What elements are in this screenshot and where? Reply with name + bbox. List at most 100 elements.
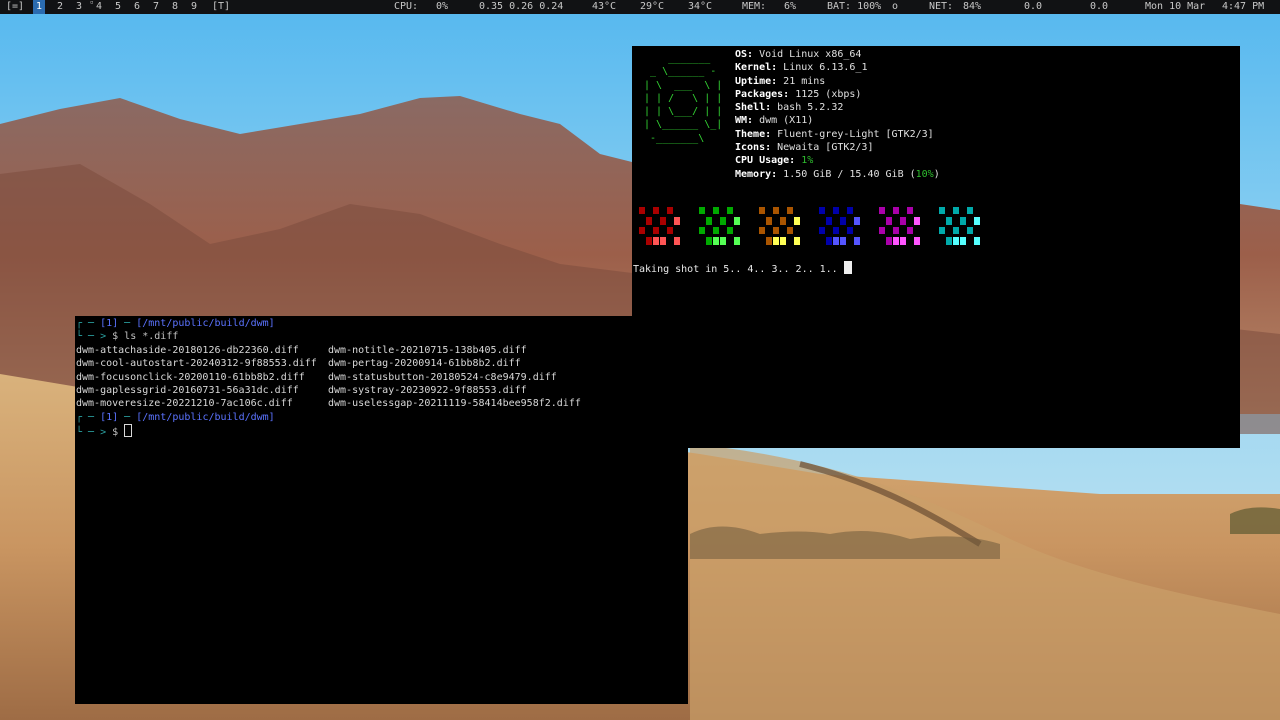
info-row: WM: dwm (X11) (735, 114, 940, 127)
info-key: WM: (735, 115, 754, 127)
list-item: dwm-moveresize-20221210-7ac106c.diff dwm-… (76, 397, 688, 410)
info-key: Icons: (735, 142, 772, 154)
prompt-path: [/mnt/public/build/dwm] (136, 411, 275, 423)
info-key: OS: (735, 49, 754, 60)
color-cell (840, 217, 846, 225)
color-cell (734, 217, 740, 225)
color-cell (727, 207, 733, 214)
color-cell (914, 237, 920, 245)
tag-7[interactable]: 7 (153, 0, 159, 14)
prompt-dollar: $ (112, 331, 125, 343)
color-cell (907, 207, 913, 214)
color-cell (974, 217, 980, 225)
color-cell (893, 207, 899, 214)
info-key: Kernel: (735, 62, 778, 74)
clock: 4:47 PM (1222, 1, 1265, 12)
color-cell (773, 227, 779, 234)
terminal-window-right[interactable]: _______ _ \______ - | \ ___ \ | | | / \ … (632, 46, 1240, 448)
tag-8[interactable]: 8 (172, 0, 178, 14)
tag-2[interactable]: 2 (57, 0, 63, 14)
prompt-path: [/mnt/public/build/dwm] (136, 318, 275, 329)
color-cell (886, 237, 892, 245)
color-cell (674, 217, 680, 225)
list-item: dwm-attachaside-20180126-db22360.diff dwm… (76, 344, 688, 357)
color-swatch (699, 207, 741, 247)
color-cell (826, 237, 832, 245)
color-cell (773, 207, 779, 214)
memory-percent: 10% (915, 168, 934, 180)
info-key: Packages: (735, 88, 790, 100)
battery-label: BAT: 100% (827, 1, 882, 12)
color-cell (720, 217, 726, 225)
color-cell (766, 217, 772, 225)
color-cell (734, 237, 740, 245)
tag-1[interactable]: 1 (33, 0, 46, 14)
tag-3[interactable]: 3 (76, 0, 82, 14)
color-cell (960, 217, 966, 225)
color-cell (780, 217, 786, 225)
color-cell (840, 237, 846, 245)
prompt-sep: ─ (118, 411, 137, 423)
color-cell (953, 237, 959, 245)
text-cursor (843, 261, 852, 274)
memory-close: ) (933, 168, 940, 180)
logo-line: | | / \ | | (638, 92, 723, 104)
color-cell (953, 207, 959, 214)
color-cell (699, 207, 705, 214)
net-up: 0.0 (1090, 1, 1109, 12)
file-name: dwm-attachaside-20180126-db22360.diff (76, 344, 299, 356)
memory-label: Memory: (735, 168, 778, 180)
cpu-usage-label: CPU Usage: (735, 155, 796, 167)
list-item: dwm-cool-autostart-20240312-9f88553.diff… (76, 357, 688, 370)
color-cell (713, 227, 719, 234)
color-cell (854, 217, 860, 225)
color-cell (706, 217, 712, 225)
info-value: 1125 (xbps) (789, 88, 862, 100)
color-cell (953, 227, 959, 234)
command-line-2[interactable]: └ ─ > $ (76, 424, 688, 439)
tag-5[interactable]: 5 (115, 0, 121, 14)
list-item: dwm-focusonclick-20200110-61bb8b2.diff dw… (76, 371, 688, 384)
color-cell (713, 237, 719, 245)
prompt-line-2: ┌ ─ [1] ─ [/mnt/public/build/dwm] (76, 411, 688, 424)
color-cell (667, 227, 673, 234)
color-cell (900, 217, 906, 225)
tag-4[interactable]: 4 (96, 0, 102, 14)
color-cell (893, 227, 899, 234)
list-item: dwm-gaplessgrid-20160731-56a31dc.diff dwm… (76, 384, 688, 397)
color-cell (713, 207, 719, 214)
color-swatch (639, 207, 681, 247)
tag-6[interactable]: 6 (134, 0, 140, 14)
color-cell (833, 227, 839, 234)
color-cell (787, 207, 793, 214)
file-name: dwm-notitle-20210715-138b405.diff (328, 344, 527, 356)
prompt-job: [1] (100, 411, 119, 423)
float-tag[interactable]: [T] (212, 0, 230, 14)
prompt-dollar: $ (112, 427, 125, 439)
temperature-2: 29°C (640, 1, 665, 12)
prompt-bracket: ┌ ─ (76, 411, 101, 423)
color-cell (967, 207, 973, 214)
command-line-1: └ ─ > $ ls *.diff (76, 330, 688, 343)
terminal-window-left[interactable]: ┌ ─ [1] ─ [/mnt/public/build/dwm] └ ─ > $… (75, 316, 688, 704)
mem-label: MEM: (742, 1, 767, 12)
file-name: dwm-pertag-20200914-61bb8b2.diff (328, 358, 521, 370)
date: Mon 10 Mar (1145, 1, 1206, 12)
tag-9[interactable]: 9 (191, 0, 197, 14)
info-value: bash 5.2.32 (771, 102, 844, 114)
color-cell (720, 237, 726, 245)
status-bar: [=] 1 2 3 ▫ 4 5 6 7 8 9 [T] CPU: 0% 0.35… (0, 0, 1280, 14)
info-key: Uptime: (735, 75, 778, 87)
logo-line: -_______\ (638, 132, 705, 144)
color-cell (667, 207, 673, 214)
info-row: Kernel: Linux 6.13.6_1 (735, 61, 940, 74)
color-cell (914, 217, 920, 225)
color-cell (946, 217, 952, 225)
info-value: Void Linux x86_64 (753, 49, 862, 60)
color-cell (819, 227, 825, 234)
color-cell (946, 237, 952, 245)
layout-indicator[interactable]: [=] (6, 0, 24, 14)
cpu-label: CPU: (394, 1, 419, 12)
color-cell (699, 227, 705, 234)
color-cell (639, 207, 645, 214)
